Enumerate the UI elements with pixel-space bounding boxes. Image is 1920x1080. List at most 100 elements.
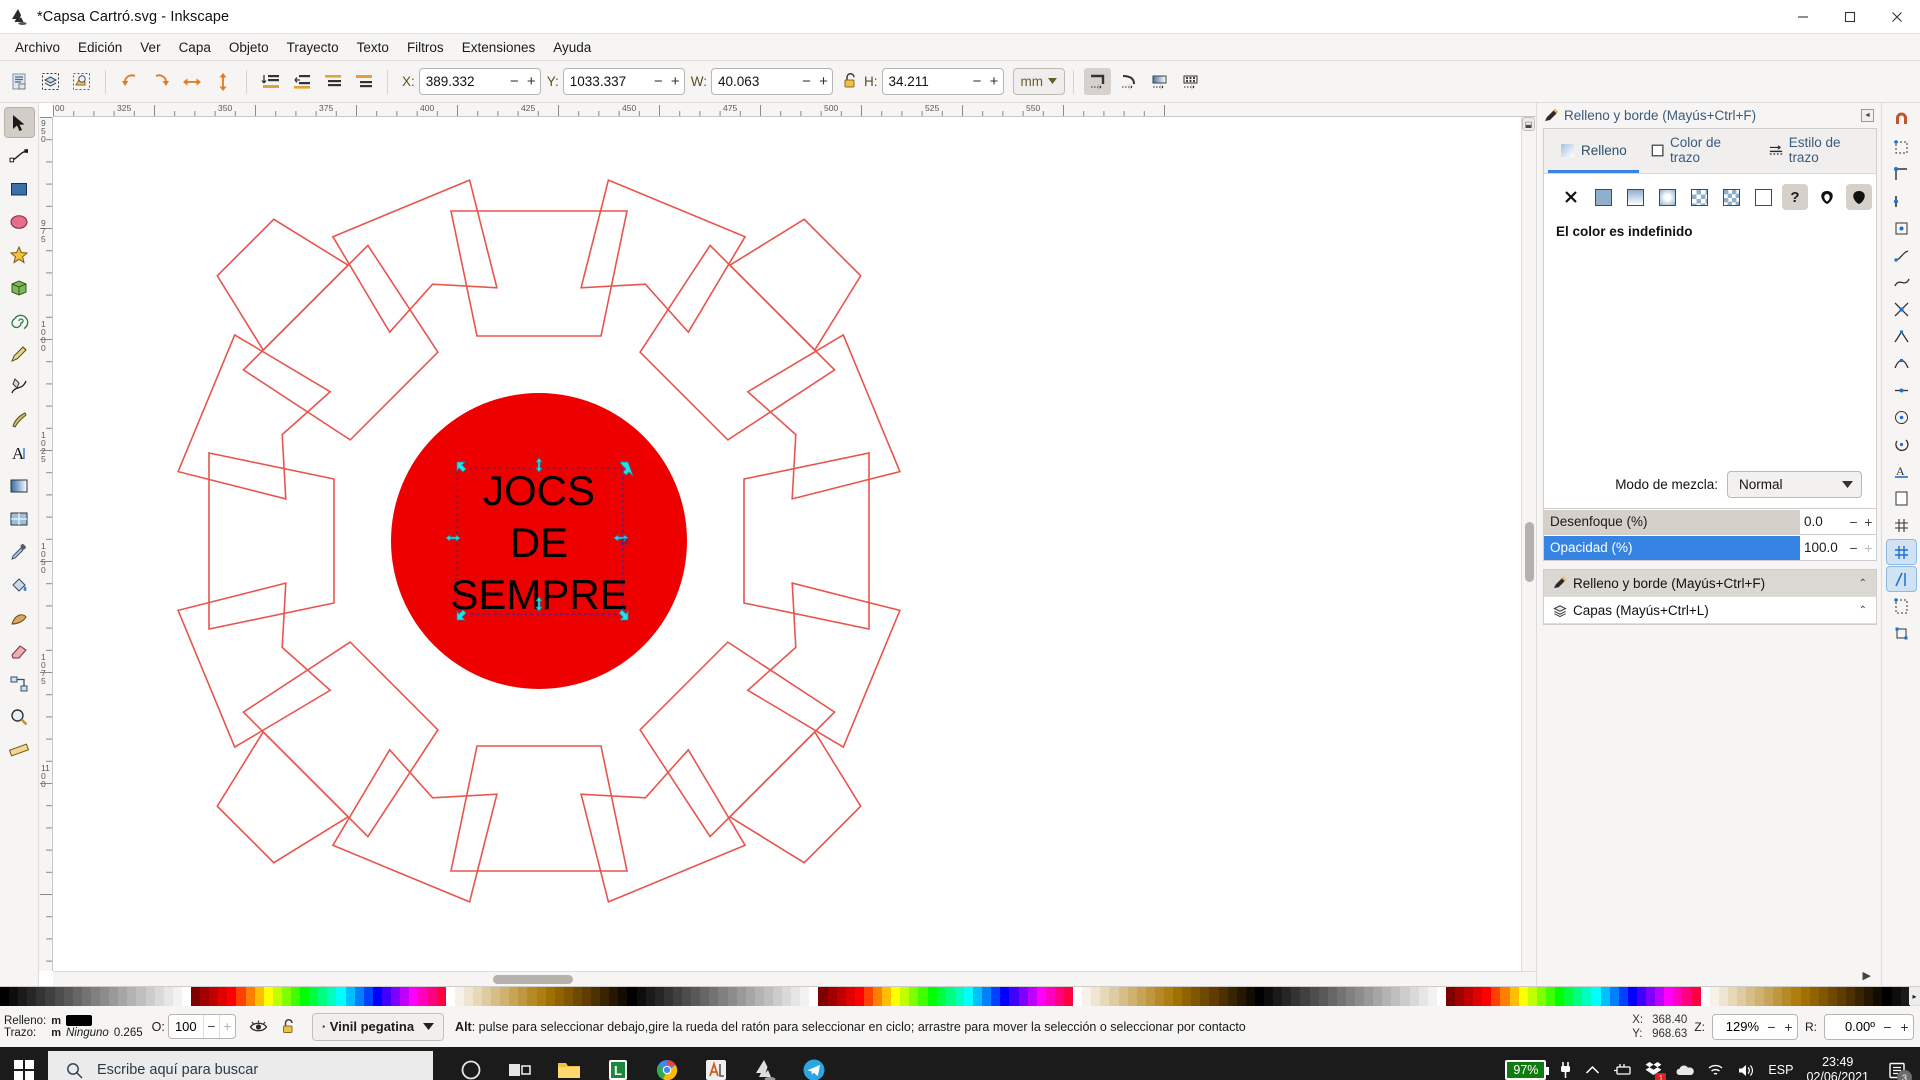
palette-swatch[interactable] [1245,987,1255,1006]
palette-swatch[interactable] [1673,987,1683,1006]
dropbox-tray-item[interactable]: 1 [1645,1060,1667,1080]
taskbar-clock[interactable]: 23:49 02/06/2021 [1806,1055,1869,1080]
no-paint-button[interactable] [1558,184,1584,210]
y-input[interactable] [563,69,650,94]
zoom-control[interactable]: − + [1712,1013,1798,1040]
menu-texto[interactable]: Texto [348,37,398,58]
palette-swatch[interactable] [1545,987,1556,1006]
palette-swatch[interactable] [1354,987,1365,1006]
tool-connector[interactable] [4,668,35,699]
rotation-decrement[interactable]: − [1879,1019,1896,1035]
snap-cusp-nodes-button[interactable] [1886,323,1917,349]
width-field[interactable]: − + [711,68,834,95]
palette-swatch[interactable] [1273,987,1283,1006]
layer-visibility-button[interactable] [245,1013,272,1040]
rotate-ccw-button[interactable] [116,68,143,95]
menu-extensiones[interactable]: Extensiones [453,37,545,58]
menu-filtros[interactable]: Filtros [398,37,453,58]
palette-swatch[interactable] [1400,987,1410,1006]
palette-swatch[interactable] [1573,987,1583,1006]
palette-swatch[interactable] [1491,987,1501,1006]
palette-swatch[interactable] [873,987,883,1006]
palette-swatch[interactable] [1864,987,1874,1006]
opacity-input[interactable] [168,1015,203,1038]
palette-swatch[interactable] [400,987,410,1006]
palette-swatch[interactable] [1891,987,1901,1006]
palette-swatch[interactable] [1464,987,1474,1006]
palette-swatch[interactable] [1455,987,1465,1006]
palette-swatch[interactable] [1254,987,1265,1006]
palette-swatch[interactable] [1391,987,1401,1006]
battery-indicator[interactable]: 97% [1505,1060,1550,1080]
palette-swatch[interactable] [1846,987,1856,1006]
palette-swatch[interactable] [227,987,237,1006]
notification-center-button[interactable]: 3 [1882,1047,1912,1080]
tab-color-de-trazo[interactable]: Color de trazo [1639,129,1757,173]
palette-swatch[interactable] [1100,987,1110,1006]
palette-swatch[interactable] [900,987,910,1006]
palette-swatch[interactable] [800,987,810,1006]
palette-swatch[interactable] [190,987,201,1006]
palette-swatch[interactable] [63,987,73,1006]
palette-swatch[interactable] [1527,987,1537,1006]
palette-swatch[interactable] [1791,987,1801,1006]
palette-swatch[interactable] [363,987,373,1006]
tool-measure[interactable] [4,734,35,765]
menu-ver[interactable]: Ver [131,37,169,58]
palette-swatch[interactable] [682,987,692,1006]
unknown-paint-button[interactable] [1750,184,1776,210]
palette-swatch[interactable] [1618,987,1628,1006]
palette-swatch[interactable] [1182,987,1192,1006]
height-increment[interactable]: + [986,69,1003,94]
palette-swatch[interactable] [1309,987,1319,1006]
palette-swatch[interactable] [818,987,828,1006]
blur-increment[interactable]: + [1861,514,1876,530]
palette-swatch[interactable] [272,987,282,1006]
menu-archivo[interactable]: Archivo [6,37,69,58]
palette-swatch[interactable] [1082,987,1092,1006]
linear-gradient-button[interactable] [1622,184,1648,210]
tool-tweak[interactable] [4,602,35,633]
palette-swatch[interactable] [27,987,37,1006]
rotate-cw-button[interactable] [147,68,174,95]
snap-bbox-edge-button[interactable] [1886,188,1917,214]
lower-to-bottom-button[interactable] [257,68,284,95]
palette-swatch[interactable] [554,987,564,1006]
tool-pencil[interactable] [4,338,35,369]
palette-swatch[interactable] [1755,987,1765,1006]
palette-swatch[interactable] [145,987,155,1006]
fill-stroke-indicator[interactable]: Relleno: m Trazo: m Ninguno 0.265 [4,1015,143,1039]
snap-object-centers-button[interactable] [1886,404,1917,430]
tool-bezier[interactable] [4,371,35,402]
palette-swatch[interactable] [918,987,928,1006]
palette-swatch[interactable] [709,987,719,1006]
language-indicator[interactable]: ESP [1768,1063,1793,1077]
palette-swatch[interactable] [1773,987,1783,1006]
width-stepper[interactable]: − + [798,69,832,94]
palette-swatch[interactable] [1418,987,1428,1006]
palette-swatch[interactable] [1536,987,1546,1006]
palette-swatch[interactable] [1073,987,1083,1006]
palette-swatch[interactable] [600,987,610,1006]
palette-swatch[interactable] [518,987,528,1006]
palette-swatch[interactable] [1164,987,1174,1006]
tool-ellipse[interactable] [4,206,35,237]
palette-swatch[interactable] [109,987,119,1006]
collapsed-fill-stroke[interactable]: Relleno y borde (Mayús+Ctrl+F) ⌃ [1544,570,1876,597]
drawing-canvas[interactable]: JOCS DE SEMPRE [53,117,1521,971]
palette-swatch[interactable] [1200,987,1210,1006]
blur-decrement[interactable]: − [1846,514,1861,530]
palette-swatch[interactable] [472,987,482,1006]
palette-swatch[interactable] [591,987,601,1006]
palette-swatch[interactable] [763,987,773,1006]
palette-swatch[interactable] [345,987,355,1006]
unit-selector[interactable]: mm [1012,68,1066,95]
palette-swatch[interactable] [181,987,191,1006]
palette-swatch[interactable] [254,987,264,1006]
y-decrement[interactable]: − [650,69,667,94]
palette-scroll-button[interactable]: ▸ [1909,987,1920,1005]
scroll-corner-button[interactable]: ⬓ [1522,117,1535,131]
palette-swatch[interactable] [90,987,101,1006]
palette-swatch[interactable] [1227,987,1237,1006]
height-stepper[interactable]: − + [969,69,1003,94]
